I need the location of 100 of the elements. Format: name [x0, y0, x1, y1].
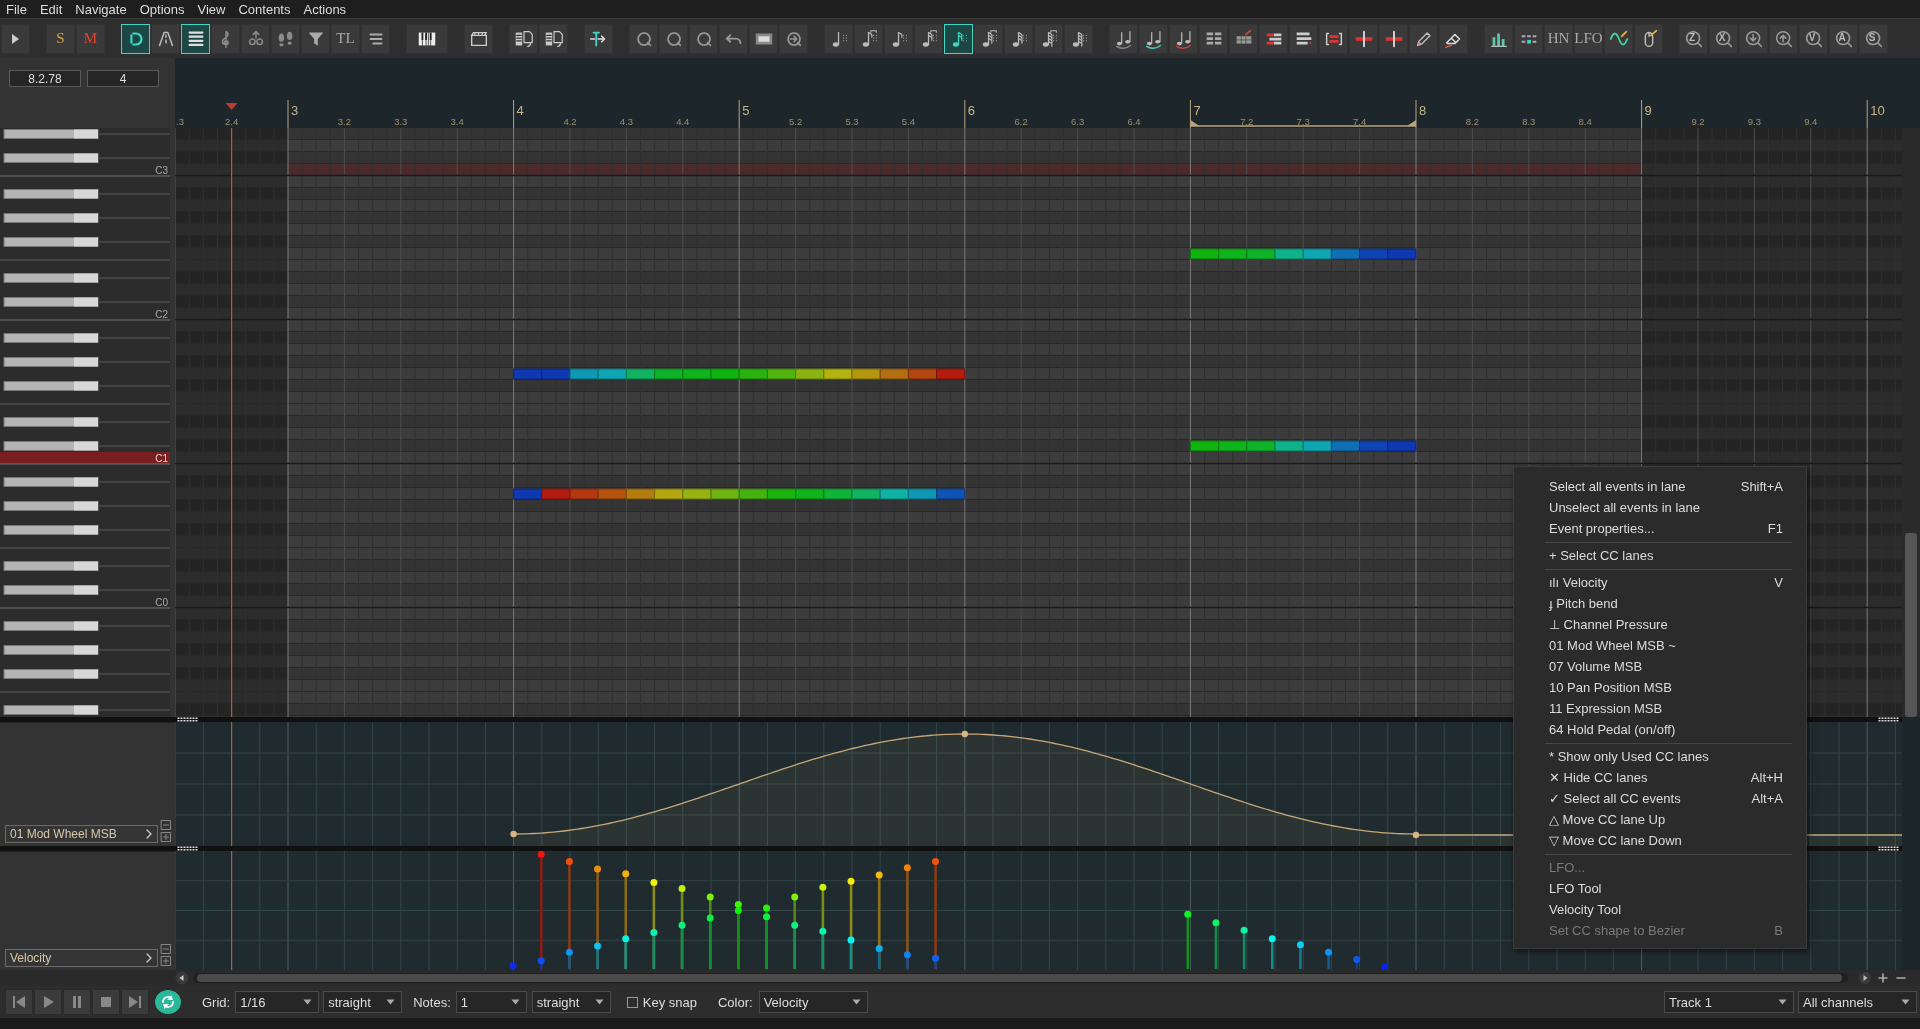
- notes-mode-select[interactable]: straight: [531, 991, 611, 1013]
- cc-point[interactable]: [510, 830, 517, 838]
- velocity-stem[interactable]: [1212, 919, 1220, 969]
- toolbar-button[interactable]: [1634, 23, 1663, 54]
- toolbar-button[interactable]: Z: [1679, 23, 1708, 54]
- midi-note[interactable]: [1189, 248, 1417, 260]
- menu-title[interactable]: Navigate: [70, 1, 135, 17]
- toolbar-button[interactable]: [1004, 23, 1033, 54]
- position-field[interactable]: 8.2.78: [9, 70, 81, 87]
- grid-mode-select[interactable]: straight: [323, 991, 403, 1013]
- drag-handle[interactable]: [1878, 846, 1900, 851]
- toolbar-button[interactable]: [584, 23, 613, 54]
- piano-keyboard-drawing[interactable]: [0, 128, 171, 717]
- velocity-stem[interactable]: [847, 936, 855, 969]
- toolbar-button[interactable]: [884, 23, 913, 54]
- velocity-stem[interactable]: [678, 921, 686, 969]
- velocity-stem[interactable]: [650, 929, 658, 969]
- channel-select[interactable]: All channels: [1798, 991, 1917, 1013]
- scroll-left-button[interactable]: [175, 971, 189, 985]
- color-select[interactable]: Velocity: [758, 991, 868, 1013]
- velocity-stem[interactable]: [594, 942, 602, 969]
- menu-item[interactable]: LFO Tool: [1514, 878, 1806, 899]
- velocity-stem[interactable]: [1240, 926, 1248, 969]
- menu-item[interactable]: 07 Volume MSB: [1514, 656, 1806, 677]
- cycle-button[interactable]: [154, 989, 182, 1015]
- toolbar-button[interactable]: [151, 23, 180, 54]
- toolbar-button[interactable]: [1109, 23, 1138, 54]
- toolbar-button[interactable]: X: [1709, 23, 1738, 54]
- toolbar-button[interactable]: S: [46, 23, 75, 54]
- lane-select[interactable]: 01 Mod Wheel MSB: [5, 825, 158, 843]
- toolbar-button[interactable]: [509, 23, 538, 54]
- toolbar-button[interactable]: [779, 23, 808, 54]
- menu-item[interactable]: ⊥ Channel Pressure: [1514, 614, 1806, 635]
- toolbar-button[interactable]: [361, 23, 390, 54]
- toolbar-button[interactable]: [1, 23, 30, 54]
- stop-button[interactable]: [92, 989, 120, 1015]
- toolbar-button[interactable]: [1139, 23, 1168, 54]
- toolbar-button[interactable]: [1259, 23, 1288, 54]
- toolbar-button[interactable]: [1409, 23, 1438, 54]
- menu-title[interactable]: View: [192, 1, 234, 17]
- velocity-stem[interactable]: [1268, 935, 1276, 969]
- toolbar-button[interactable]: HN: [1544, 23, 1573, 54]
- toolbar-button[interactable]: [824, 23, 853, 54]
- plus-icon[interactable]: [1876, 971, 1890, 985]
- grid-select[interactable]: 1/16: [235, 991, 320, 1013]
- menu-title[interactable]: Options: [134, 1, 193, 17]
- toolbar-button[interactable]: [1484, 23, 1513, 54]
- toolbar-button[interactable]: [1604, 23, 1633, 54]
- toolbar-button[interactable]: TL: [331, 23, 360, 54]
- toolbar-button[interactable]: [1289, 23, 1318, 54]
- menu-item[interactable]: Velocity Tool: [1514, 899, 1806, 920]
- playhead-marker[interactable]: [225, 103, 238, 110]
- toolbar-button[interactable]: [1034, 23, 1063, 54]
- toolbar-button[interactable]: [181, 23, 210, 54]
- toolbar-button[interactable]: [1439, 23, 1468, 54]
- toolbar-button[interactable]: [121, 23, 150, 54]
- velocity-stem[interactable]: [622, 935, 630, 969]
- pause-button[interactable]: [63, 989, 91, 1015]
- toolbar-button[interactable]: [464, 23, 493, 54]
- velocity-stem[interactable]: [791, 921, 799, 969]
- notes-select[interactable]: 1: [455, 991, 527, 1013]
- toolbar-button[interactable]: [406, 23, 448, 54]
- menu-item[interactable]: 11 Expression MSB: [1514, 698, 1806, 719]
- lane-select[interactable]: Velocity: [5, 949, 158, 967]
- velocity-stem[interactable]: [819, 927, 827, 969]
- menu-item[interactable]: ▽ Move CC lane Down: [1514, 830, 1806, 851]
- minus-plus-icon[interactable]: [160, 943, 172, 967]
- toolbar-button[interactable]: [1229, 23, 1258, 54]
- menu-title[interactable]: Contents: [233, 1, 299, 17]
- toolbar-button[interactable]: A: [1829, 23, 1858, 54]
- menu-item[interactable]: Unselect all events in lane: [1514, 497, 1806, 518]
- toolbar-button[interactable]: [749, 23, 778, 54]
- drag-handle[interactable]: [177, 717, 199, 722]
- skip-forward-button[interactable]: [121, 989, 149, 1015]
- play-button[interactable]: [34, 989, 62, 1015]
- toolbar-button[interactable]: V: [1799, 23, 1828, 54]
- menu-item[interactable]: 64 Hold Pedal (on/off): [1514, 719, 1806, 740]
- key-snap-checkbox[interactable]: Key snap: [626, 994, 697, 1010]
- toolbar-button[interactable]: [1514, 23, 1543, 54]
- toolbar-button[interactable]: [854, 23, 883, 54]
- menu-item[interactable]: ılı Velocity V: [1514, 572, 1806, 593]
- toolbar-button[interactable]: [1379, 23, 1408, 54]
- velocity-stem[interactable]: [1184, 910, 1192, 969]
- cc-point[interactable]: [961, 730, 968, 738]
- toolbar-button[interactable]: [944, 23, 973, 54]
- menu-item[interactable]: ✓ Select all CC events Alt+A: [1514, 788, 1806, 809]
- toolbar-button[interactable]: [629, 23, 658, 54]
- velocity-stem[interactable]: [706, 914, 714, 969]
- velocity-stem[interactable]: [875, 945, 883, 969]
- scrollbar-thumb[interactable]: [197, 974, 1842, 982]
- midi-note[interactable]: [513, 488, 966, 500]
- count-field[interactable]: 4: [87, 70, 159, 87]
- menu-item[interactable]: ✕ Hide CC lanes Alt+H: [1514, 767, 1806, 788]
- play-icon[interactable]: [1858, 971, 1872, 985]
- toolbar-button[interactable]: [301, 23, 330, 54]
- scrollbar-thumb[interactable]: [1905, 533, 1917, 717]
- toolbar-button[interactable]: [1739, 23, 1768, 54]
- menu-title[interactable]: Edit: [34, 1, 71, 17]
- toolbar-button[interactable]: [689, 23, 718, 54]
- toolbar-button[interactable]: [1064, 23, 1093, 54]
